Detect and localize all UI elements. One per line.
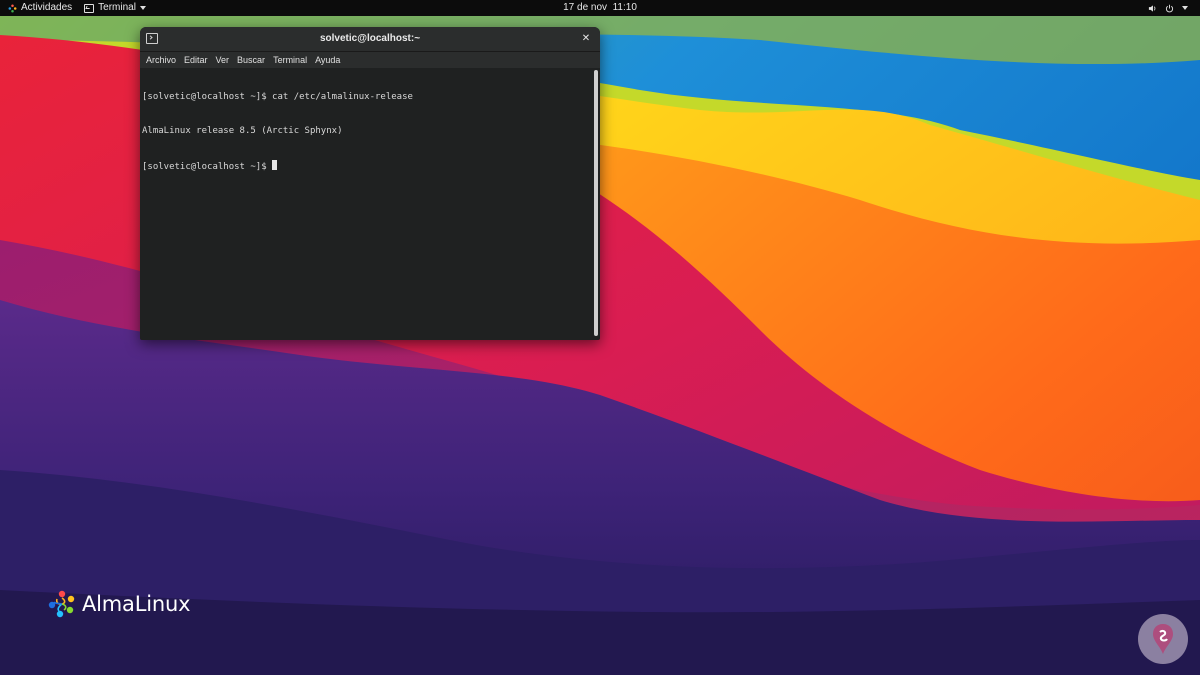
menu-ayuda[interactable]: Ayuda: [315, 52, 340, 68]
window-title: solvetic@localhost:~: [319, 33, 421, 44]
menu-terminal[interactable]: Terminal: [273, 52, 307, 68]
terminal-prompt-line: [solvetic@localhost ~]$: [142, 160, 592, 173]
activities-label: Actividades: [21, 2, 73, 13]
chevron-down-icon: [1182, 6, 1188, 10]
terminal-output[interactable]: [solvetic@localhost ~]$ cat /etc/almalin…: [142, 69, 592, 339]
app-menu-button[interactable]: Terminal: [84, 0, 146, 16]
terminal-line: AlmaLinux release 8.5 (Arctic Sphynx): [142, 126, 343, 137]
activities-icon: [8, 4, 17, 12]
terminal-window[interactable]: solvetic@localhost:~ ✕ Archivo Editar Ve…: [140, 27, 600, 340]
almalinux-logo: AlmaLinux: [47, 589, 191, 619]
terminal-scrollbar[interactable]: [594, 70, 598, 336]
terminal-prompt: [solvetic@localhost ~]$: [142, 162, 273, 173]
almalinux-logo-icon: [48, 590, 75, 618]
activities-button[interactable]: Actividades: [8, 0, 72, 16]
chevron-down-icon: [139, 6, 146, 10]
terminal-icon: [84, 3, 95, 13]
power-icon: [1165, 4, 1174, 12]
terminal-menubar: Archivo Editar Ver Buscar Terminal Ayuda: [140, 52, 600, 68]
solvetic-watermark-icon: [1153, 624, 1173, 654]
solvetic-watermark: [1138, 614, 1188, 664]
top-bar: Actividades Terminal 17 de nov 11:10: [0, 0, 1200, 16]
top-bar-left: Actividades Terminal: [8, 0, 146, 16]
terminal-titlebar[interactable]: solvetic@localhost:~ ✕: [140, 27, 600, 52]
almalinux-logo-text: AlmaLinux: [82, 592, 191, 616]
menu-editar[interactable]: Editar: [184, 52, 208, 68]
menu-archivo[interactable]: Archivo: [146, 52, 176, 68]
close-button[interactable]: ✕: [578, 31, 594, 47]
menu-ver[interactable]: Ver: [216, 52, 230, 68]
clock-datetime[interactable]: 17 de nov 11:10: [563, 2, 637, 13]
clock-container: 17 de nov 11:10: [0, 0, 1200, 16]
volume-icon: [1148, 4, 1156, 12]
menu-buscar[interactable]: Buscar: [237, 52, 265, 68]
close-icon: ✕: [581, 33, 591, 44]
app-menu-label: Terminal: [98, 2, 136, 13]
text-cursor: [272, 160, 278, 171]
terminal-line: [solvetic@localhost ~]$ cat /etc/almalin…: [142, 91, 413, 102]
system-menu[interactable]: [1148, 0, 1188, 16]
